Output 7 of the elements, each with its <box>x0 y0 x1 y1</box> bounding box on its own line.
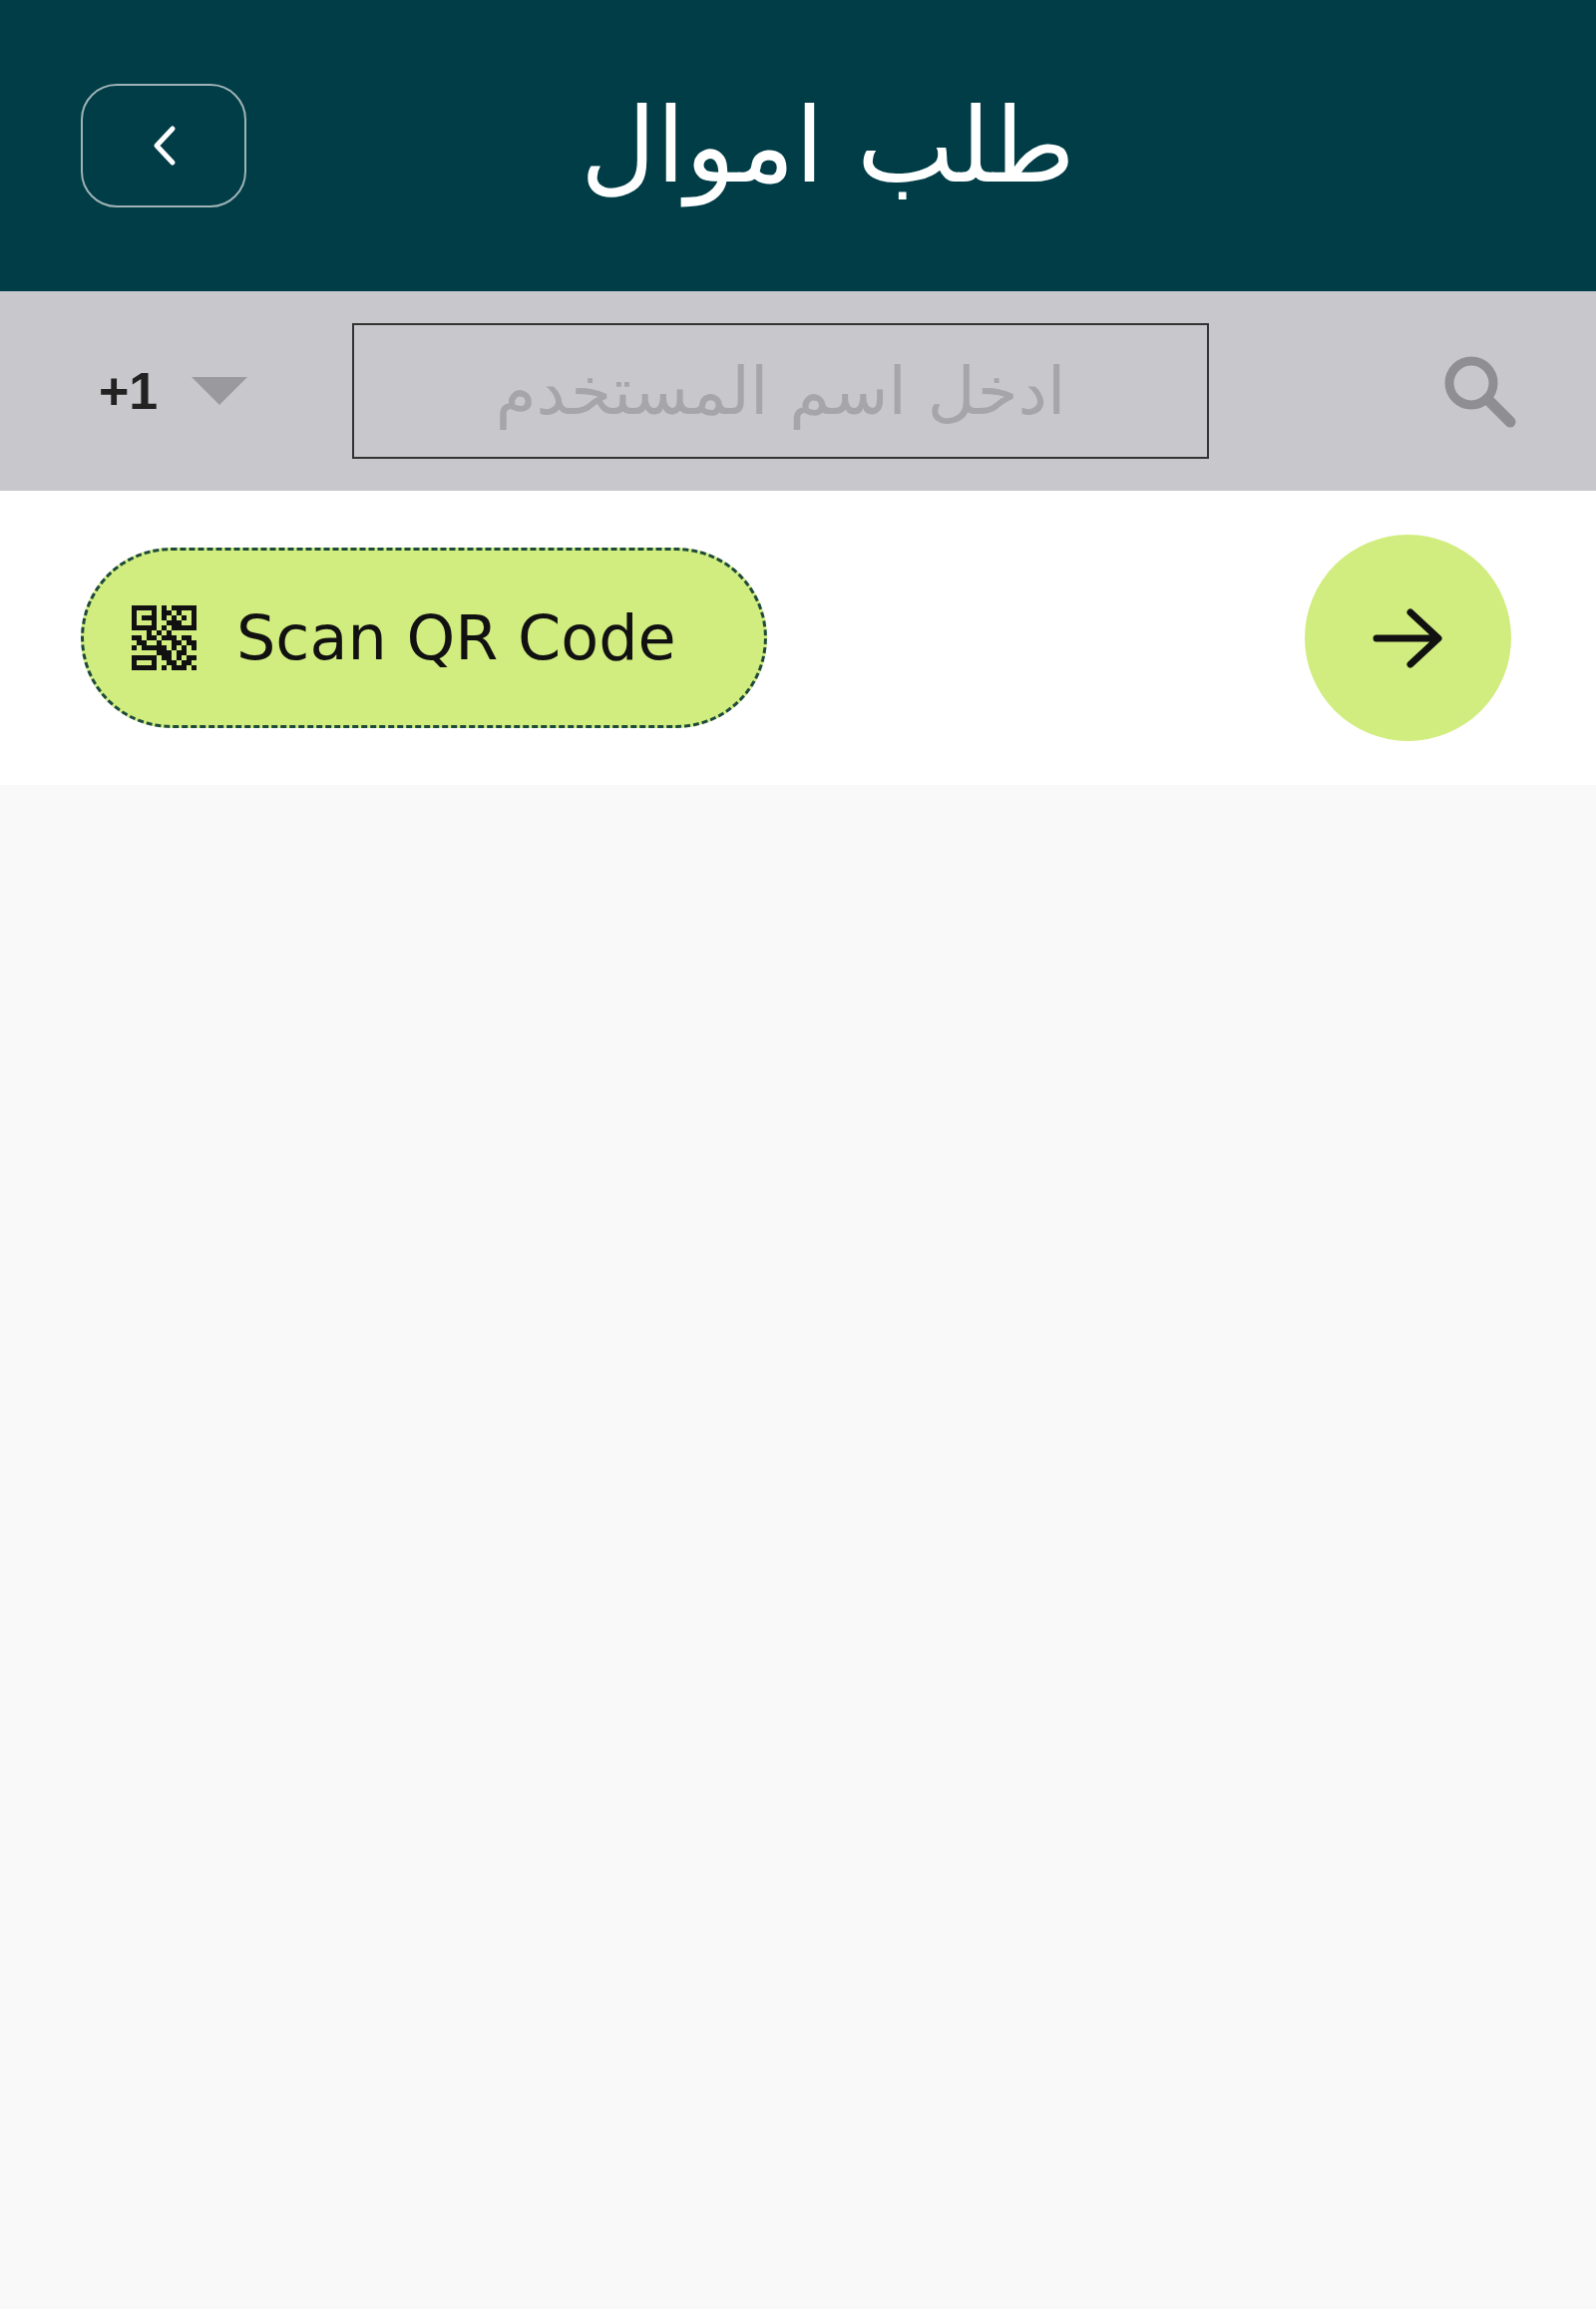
qr-code-icon <box>132 605 197 670</box>
caret-icon <box>192 377 248 405</box>
country-code-dropdown[interactable]: +1 <box>99 361 352 421</box>
page-title: طلب اموال <box>580 85 1076 206</box>
back-button[interactable] <box>81 84 246 207</box>
scan-qr-button[interactable]: Scan QR Code <box>81 548 767 728</box>
arrow-right-icon <box>1372 605 1444 670</box>
